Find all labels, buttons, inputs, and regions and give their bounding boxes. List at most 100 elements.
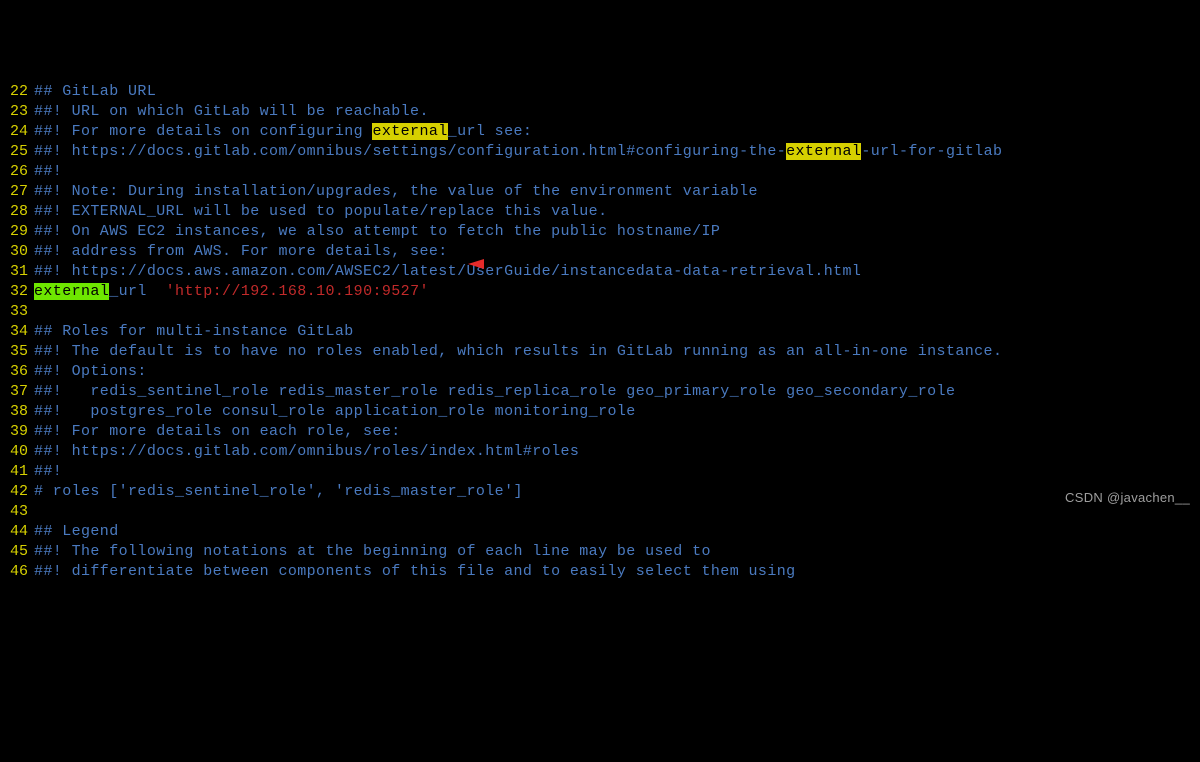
text-segment: ##! On AWS EC2 instances, we also attemp… xyxy=(34,223,720,240)
code-line[interactable]: 31##! https://docs.aws.amazon.com/AWSEC2… xyxy=(0,262,1200,282)
text-segment: ##! https://docs.gitlab.com/omnibus/sett… xyxy=(34,143,786,160)
text-segment: ##! URL on which GitLab will be reachabl… xyxy=(34,103,429,120)
text-segment: ##! https://docs.aws.amazon.com/AWSEC2/l… xyxy=(34,263,861,280)
search-highlight: external xyxy=(372,123,447,140)
code-line[interactable]: 44## Legend xyxy=(0,522,1200,542)
line-number: 32 xyxy=(0,282,34,302)
line-number: 34 xyxy=(0,322,34,342)
line-number: 46 xyxy=(0,562,34,582)
code-line[interactable]: 29##! On AWS EC2 instances, we also atte… xyxy=(0,222,1200,242)
line-content[interactable]: ## GitLab URL xyxy=(34,82,156,102)
line-content[interactable]: ##! xyxy=(34,162,62,182)
text-segment: ## Legend xyxy=(34,523,119,540)
line-number: 39 xyxy=(0,422,34,442)
search-highlight: external xyxy=(786,143,861,160)
line-content[interactable]: ##! xyxy=(34,462,62,482)
text-segment: _url xyxy=(109,283,165,300)
text-segment: ##! The default is to have no roles enab… xyxy=(34,343,1002,360)
line-content[interactable]: ##! On AWS EC2 instances, we also attemp… xyxy=(34,222,720,242)
line-content[interactable]: ##! URL on which GitLab will be reachabl… xyxy=(34,102,429,122)
code-editor[interactable]: 22## GitLab URL23##! URL on which GitLab… xyxy=(0,80,1200,582)
line-content[interactable]: external_url 'http://192.168.10.190:9527… xyxy=(34,282,429,302)
code-line[interactable]: 34## Roles for multi-instance GitLab xyxy=(0,322,1200,342)
code-line[interactable]: 35##! The default is to have no roles en… xyxy=(0,342,1200,362)
line-content[interactable]: ##! redis_sentinel_role redis_master_rol… xyxy=(34,382,955,402)
code-line[interactable]: 25##! https://docs.gitlab.com/omnibus/se… xyxy=(0,142,1200,162)
code-line[interactable]: 38##! postgres_role consul_role applicat… xyxy=(0,402,1200,422)
line-content[interactable]: ##! https://docs.aws.amazon.com/AWSEC2/l… xyxy=(34,262,861,282)
line-number: 22 xyxy=(0,82,34,102)
line-content[interactable]: ##! For more details on each role, see: xyxy=(34,422,401,442)
text-segment: # roles ['redis_sentinel_role', 'redis_m… xyxy=(34,483,523,500)
line-content[interactable]: ##! Note: During installation/upgrades, … xyxy=(34,182,758,202)
line-number: 28 xyxy=(0,202,34,222)
text-segment: ## Roles for multi-instance GitLab xyxy=(34,323,354,340)
line-number: 42 xyxy=(0,482,34,502)
text-segment: _url see: xyxy=(448,123,533,140)
code-line[interactable]: 32external_url 'http://192.168.10.190:95… xyxy=(0,282,1200,302)
code-line[interactable]: 28##! EXTERNAL_URL will be used to popul… xyxy=(0,202,1200,222)
code-line[interactable]: 36##! Options: xyxy=(0,362,1200,382)
text-segment: ##! Note: During installation/upgrades, … xyxy=(34,183,758,200)
text-segment: ##! For more details on each role, see: xyxy=(34,423,401,440)
line-content[interactable]: ##! For more details on configuring exte… xyxy=(34,122,532,142)
line-content[interactable]: ##! differentiate between components of … xyxy=(34,562,796,582)
line-content[interactable]: ##! Options: xyxy=(34,362,147,382)
text-segment: ##! Options: xyxy=(34,363,147,380)
code-line[interactable]: 27##! Note: During installation/upgrades… xyxy=(0,182,1200,202)
code-line[interactable]: 23##! URL on which GitLab will be reacha… xyxy=(0,102,1200,122)
line-content[interactable]: ##! address from AWS. For more details, … xyxy=(34,242,448,262)
line-number: 45 xyxy=(0,542,34,562)
line-number: 31 xyxy=(0,262,34,282)
line-number: 29 xyxy=(0,222,34,242)
code-line[interactable]: 22## GitLab URL xyxy=(0,82,1200,102)
code-line[interactable]: 40##! https://docs.gitlab.com/omnibus/ro… xyxy=(0,442,1200,462)
line-content[interactable]: ##! The default is to have no roles enab… xyxy=(34,342,1002,362)
line-number: 38 xyxy=(0,402,34,422)
line-content[interactable]: ## Roles for multi-instance GitLab xyxy=(34,322,354,342)
code-line[interactable]: 43 xyxy=(0,502,1200,522)
code-line[interactable]: 30##! address from AWS. For more details… xyxy=(0,242,1200,262)
text-segment: ##! address from AWS. For more details, … xyxy=(34,243,448,260)
line-content[interactable]: ##! https://docs.gitlab.com/omnibus/role… xyxy=(34,442,579,462)
code-line[interactable]: 41##! xyxy=(0,462,1200,482)
code-line[interactable]: 26##! xyxy=(0,162,1200,182)
line-number: 43 xyxy=(0,502,34,522)
watermark: CSDN @javachen__ xyxy=(1065,488,1190,508)
line-content[interactable]: ##! The following notations at the begin… xyxy=(34,542,711,562)
line-number: 26 xyxy=(0,162,34,182)
line-number: 30 xyxy=(0,242,34,262)
line-number: 37 xyxy=(0,382,34,402)
line-content[interactable]: ## Legend xyxy=(34,522,119,542)
text-segment: ##! https://docs.gitlab.com/omnibus/role… xyxy=(34,443,579,460)
text-segment: ##! postgres_role consul_role applicatio… xyxy=(34,403,636,420)
text-segment: ##! EXTERNAL_URL will be used to populat… xyxy=(34,203,608,220)
line-number: 24 xyxy=(0,122,34,142)
line-number: 23 xyxy=(0,102,34,122)
line-content[interactable]: ##! postgres_role consul_role applicatio… xyxy=(34,402,636,422)
line-content[interactable]: # roles ['redis_sentinel_role', 'redis_m… xyxy=(34,482,523,502)
line-number: 27 xyxy=(0,182,34,202)
text-segment: -url-for-gitlab xyxy=(861,143,1002,160)
code-line[interactable]: 46##! differentiate between components o… xyxy=(0,562,1200,582)
text-segment: ##! xyxy=(34,163,62,180)
line-number: 35 xyxy=(0,342,34,362)
text-segment: ##! For more details on configuring xyxy=(34,123,372,140)
text-segment: ##! differentiate between components of … xyxy=(34,563,796,580)
search-highlight: external xyxy=(34,283,109,300)
text-segment: ##! The following notations at the begin… xyxy=(34,543,711,560)
code-line[interactable]: 24##! For more details on configuring ex… xyxy=(0,122,1200,142)
code-line[interactable]: 39##! For more details on each role, see… xyxy=(0,422,1200,442)
line-number: 33 xyxy=(0,302,34,322)
code-line[interactable]: 33 xyxy=(0,302,1200,322)
text-segment: ## GitLab URL xyxy=(34,83,156,100)
text-segment: ##! redis_sentinel_role redis_master_rol… xyxy=(34,383,955,400)
text-segment: ##! xyxy=(34,463,62,480)
code-line[interactable]: 45##! The following notations at the beg… xyxy=(0,542,1200,562)
line-number: 40 xyxy=(0,442,34,462)
code-line[interactable]: 42# roles ['redis_sentinel_role', 'redis… xyxy=(0,482,1200,502)
code-line[interactable]: 37##! redis_sentinel_role redis_master_r… xyxy=(0,382,1200,402)
line-number: 41 xyxy=(0,462,34,482)
line-content[interactable]: ##! EXTERNAL_URL will be used to populat… xyxy=(34,202,608,222)
line-content[interactable]: ##! https://docs.gitlab.com/omnibus/sett… xyxy=(34,142,1002,162)
